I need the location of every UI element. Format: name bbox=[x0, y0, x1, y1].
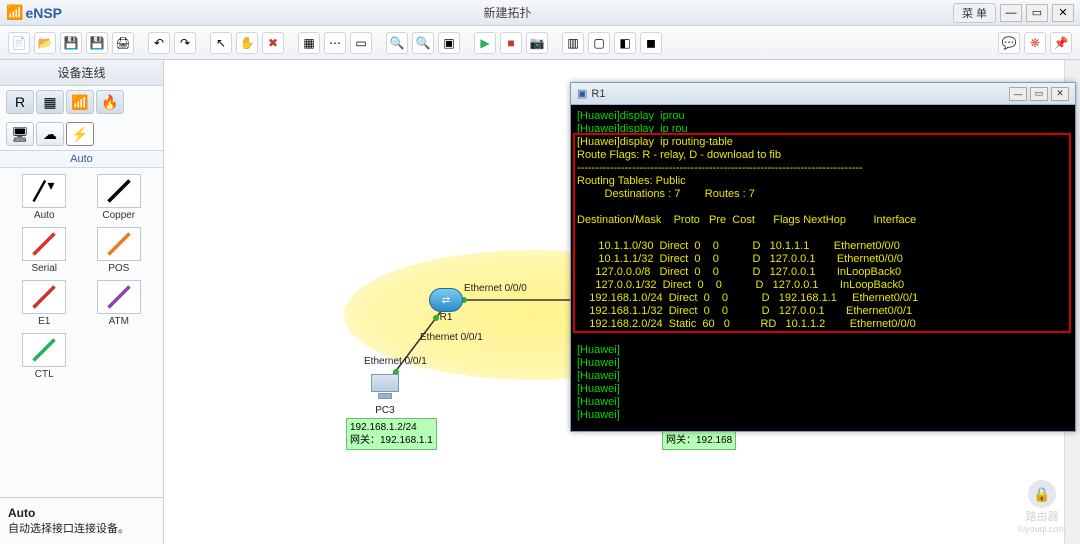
open-icon[interactable]: 📂 bbox=[34, 32, 56, 54]
tool5-icon[interactable]: ▥ bbox=[562, 32, 584, 54]
link-atm[interactable]: ATM bbox=[85, 280, 154, 327]
pin-icon[interactable]: 📌 bbox=[1050, 32, 1072, 54]
label-e001-r1: Ethernet 0/0/1 bbox=[420, 332, 483, 343]
pan-icon[interactable]: ✋ bbox=[236, 32, 258, 54]
sidebar-title: 设备连线 bbox=[0, 60, 163, 86]
new-icon[interactable]: 📄 bbox=[8, 32, 30, 54]
link-ctl[interactable]: CTL bbox=[10, 333, 79, 380]
device-switch-icon[interactable]: ▦ bbox=[36, 90, 64, 114]
app-logo: 📶 eNSP bbox=[6, 4, 62, 21]
footer-text: 自动选择接口连接设备。 bbox=[8, 523, 129, 535]
link-pos[interactable]: POS bbox=[85, 227, 154, 274]
auto-tab[interactable]: Auto bbox=[0, 150, 163, 168]
link-serial[interactable]: Serial bbox=[10, 227, 79, 274]
window-title: 新建拓扑 bbox=[62, 4, 953, 21]
label-e001-pc3: Ethernet 0/0/1 bbox=[364, 356, 427, 367]
device-firewall-icon[interactable]: 🔥 bbox=[96, 90, 124, 114]
start-icon[interactable]: ▶ bbox=[474, 32, 496, 54]
zoomout-icon[interactable]: 🔍 bbox=[412, 32, 434, 54]
stop-icon[interactable]: ■ bbox=[500, 32, 522, 54]
save-icon[interactable]: 💾 bbox=[60, 32, 82, 54]
link-e1[interactable]: E1 bbox=[10, 280, 79, 327]
device-wlan-icon[interactable]: 📶 bbox=[66, 90, 94, 114]
undo-icon[interactable]: ↶ bbox=[148, 32, 170, 54]
menu-button[interactable]: 菜 单 bbox=[953, 3, 996, 23]
print-icon[interactable]: 🖨 bbox=[112, 32, 134, 54]
link-types: Auto Copper Serial POS E1 ATM CTL bbox=[0, 168, 163, 386]
main-toolbar: 📄 📂 💾 💾 🖨 ↶ ↷ ↖ ✋ ✖ ▦ ⋯ ▭ 🔍 🔍 ▣ ▶ ■ 📷 ▥ … bbox=[0, 26, 1080, 60]
minimize-button[interactable]: — bbox=[1000, 4, 1022, 22]
label-e000-r1: Ethernet 0/0/0 bbox=[464, 283, 527, 294]
device-cloud-icon[interactable]: ☁ bbox=[36, 122, 64, 146]
close-button[interactable]: ✕ bbox=[1052, 4, 1074, 22]
rect-icon[interactable]: ▭ bbox=[350, 32, 372, 54]
footer-heading: Auto bbox=[8, 506, 35, 520]
link-auto[interactable]: Auto bbox=[10, 174, 79, 221]
terminal-icon: ▣ bbox=[577, 87, 587, 100]
tool1-icon[interactable]: ▦ bbox=[298, 32, 320, 54]
terminal-window[interactable]: ▣ R1 — ▭ ✕ [Huawei]display iprou [Huawei… bbox=[570, 82, 1076, 432]
redo-icon[interactable]: ↷ bbox=[174, 32, 196, 54]
term-close-button[interactable]: ✕ bbox=[1051, 87, 1069, 101]
title-bar: 📶 eNSP 新建拓扑 菜 单 — ▭ ✕ bbox=[0, 0, 1080, 26]
app-name: eNSP bbox=[25, 5, 62, 21]
terminal-output: [Huawei]display iprou [Huawei]display ip… bbox=[571, 105, 1075, 431]
capture-icon[interactable]: 📷 bbox=[526, 32, 548, 54]
node-pc3[interactable]: PC3 bbox=[368, 374, 402, 416]
link-copper[interactable]: Copper bbox=[85, 174, 154, 221]
device-router-icon[interactable]: R bbox=[6, 90, 34, 114]
delete-icon[interactable]: ✖ bbox=[262, 32, 284, 54]
term-max-button[interactable]: ▭ bbox=[1030, 87, 1048, 101]
help-icon[interactable]: 💬 bbox=[998, 32, 1020, 54]
device-pc-icon[interactable]: 🖥 bbox=[6, 122, 34, 146]
tool6-icon[interactable]: ▢ bbox=[588, 32, 610, 54]
pc3-ip-box: 192.168.1.2/24 网关：192.168.1.1 bbox=[346, 418, 437, 450]
term-min-button[interactable]: — bbox=[1009, 87, 1027, 101]
maximize-button[interactable]: ▭ bbox=[1026, 4, 1048, 22]
huawei-icon[interactable]: ❋ bbox=[1024, 32, 1046, 54]
zoomin-icon[interactable]: 🔍 bbox=[386, 32, 408, 54]
fit-icon[interactable]: ▣ bbox=[438, 32, 460, 54]
device-link-icon[interactable]: ⚡ bbox=[66, 122, 94, 146]
terminal-titlebar[interactable]: ▣ R1 — ▭ ✕ bbox=[571, 83, 1075, 105]
tool8-icon[interactable]: ◼ bbox=[640, 32, 662, 54]
sidebar: 设备连线 R ▦ 📶 🔥 🖥 ☁ ⚡ Auto Auto Copper Seri… bbox=[0, 60, 164, 544]
sidebar-footer: Auto 自动选择接口连接设备。 bbox=[0, 497, 163, 544]
pointer-icon[interactable]: ↖ bbox=[210, 32, 232, 54]
node-r1[interactable]: ⇄R1 bbox=[429, 288, 463, 323]
terminal-title: R1 bbox=[591, 88, 605, 100]
saveall-icon[interactable]: 💾 bbox=[86, 32, 108, 54]
text-icon[interactable]: ⋯ bbox=[324, 32, 346, 54]
tool7-icon[interactable]: ◧ bbox=[614, 32, 636, 54]
watermark: 🔒 路由器 luyouqi.com bbox=[1018, 480, 1066, 534]
